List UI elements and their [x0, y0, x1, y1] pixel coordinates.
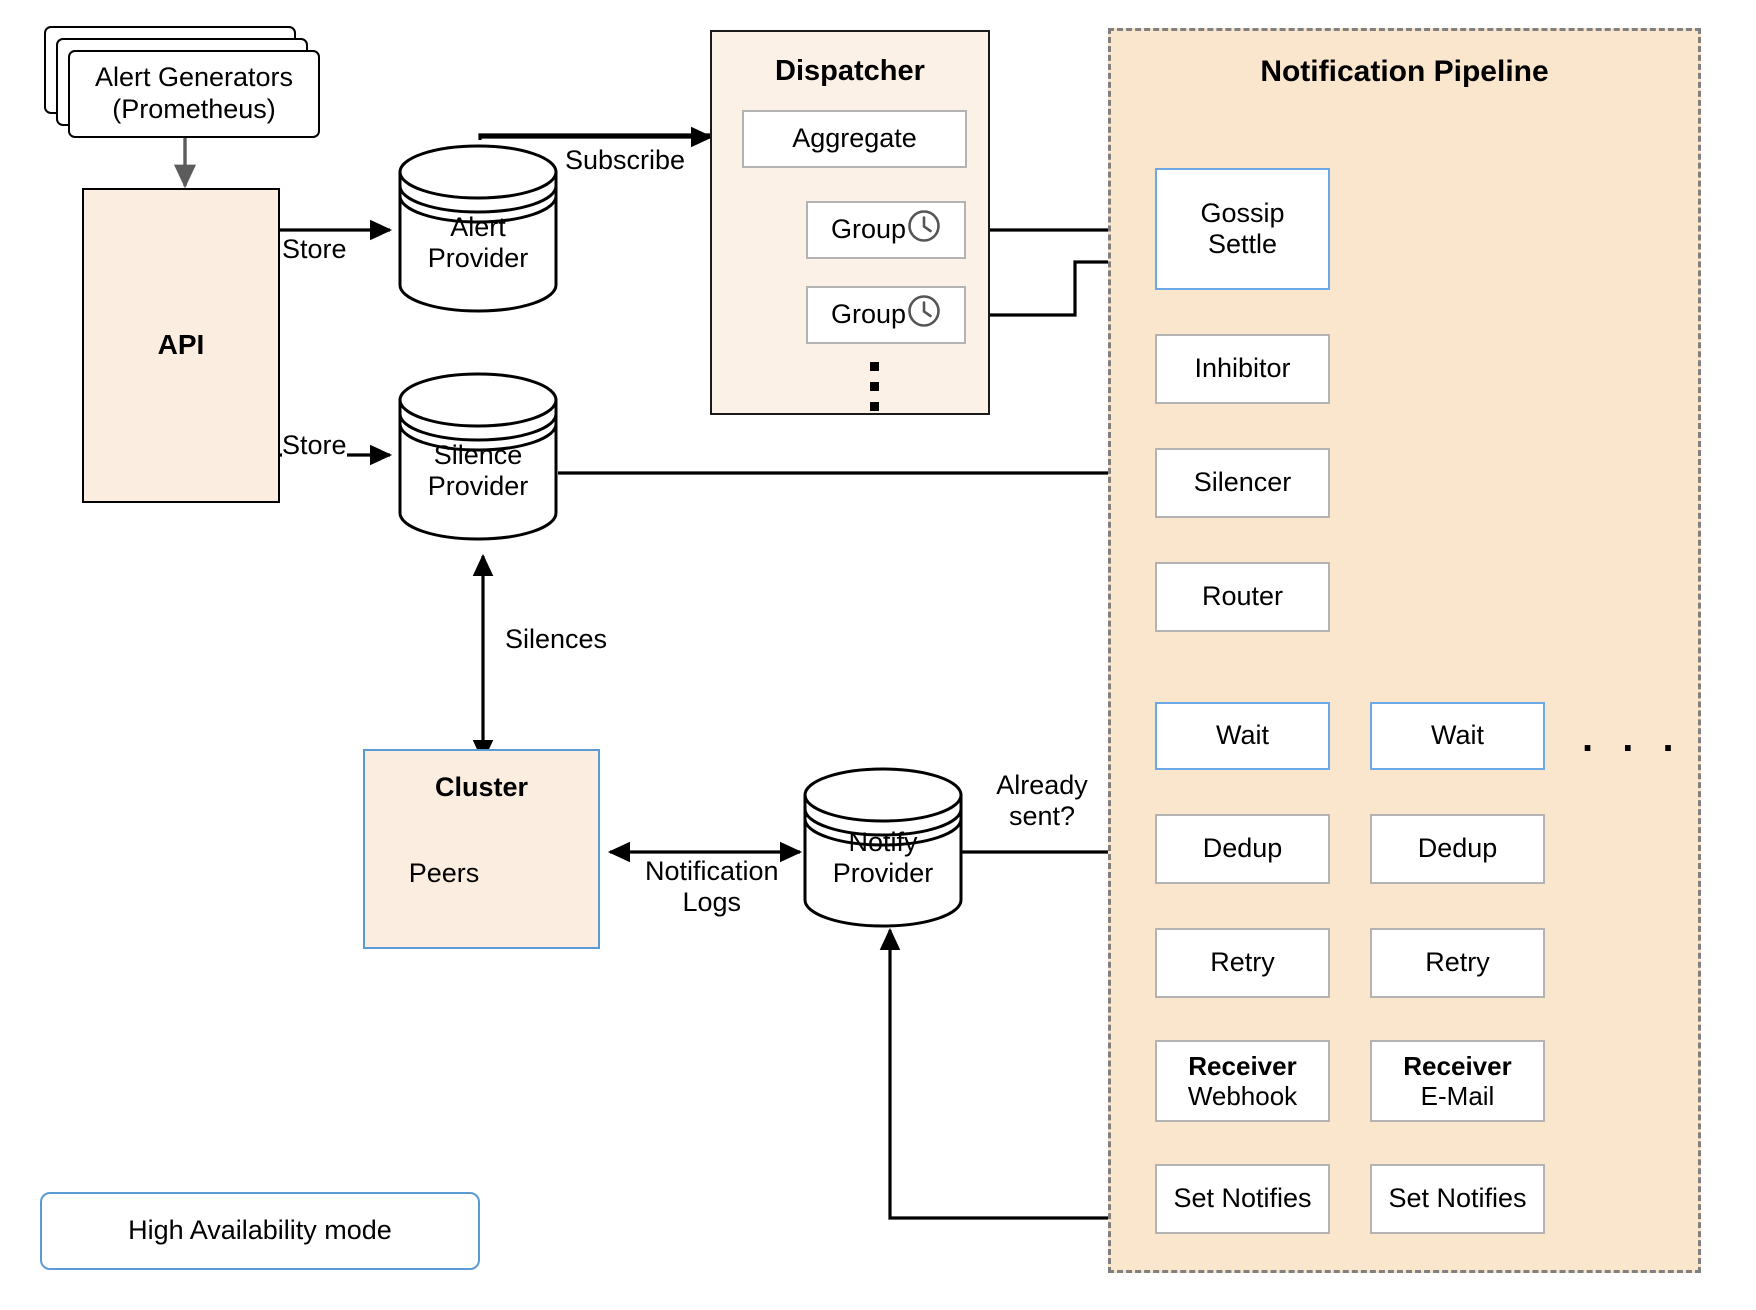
- pipeline-stage-gossip-settle[interactable]: Gossip Settle: [1155, 168, 1330, 290]
- dispatcher-title: Dispatcher: [775, 55, 925, 87]
- pipeline-webhook-retry[interactable]: Retry: [1155, 928, 1330, 998]
- alert-generators[interactable]: Alert Generators (Prometheus): [68, 50, 320, 138]
- api-block[interactable]: API: [82, 188, 280, 503]
- dispatcher-group-1[interactable]: Group: [806, 201, 966, 259]
- pipeline-email-wait[interactable]: Wait: [1370, 702, 1545, 770]
- pipeline-email-set-notifies[interactable]: Set Notifies: [1370, 1164, 1545, 1234]
- pipeline-email-dedup[interactable]: Dedup: [1370, 814, 1545, 884]
- edge-label-store-alert: Store: [282, 234, 347, 266]
- silence-provider-shape: [398, 372, 558, 541]
- api-label: API: [157, 329, 205, 361]
- pipeline-webhook-wait[interactable]: Wait: [1155, 702, 1330, 770]
- pipeline-webhook-set-notifies[interactable]: Set Notifies: [1155, 1164, 1330, 1234]
- peers-label: Peers: [408, 858, 480, 888]
- clock-icon: [907, 294, 941, 335]
- edge-label-subscribe: Subscribe: [565, 145, 686, 177]
- alert-generators-line1: Alert Generators: [94, 62, 294, 93]
- diagram-canvas: Alert Generators (Prometheus) API Alert …: [0, 0, 1756, 1310]
- clock-icon: [907, 209, 941, 250]
- pipeline-stage-silencer[interactable]: Silencer: [1155, 448, 1330, 518]
- dispatcher-group-2[interactable]: Group: [806, 286, 966, 344]
- legend-label: High Availability mode: [128, 1215, 392, 1246]
- pipeline-stage-router[interactable]: Router: [1155, 562, 1330, 632]
- pipeline-stage-inhibitor[interactable]: Inhibitor: [1155, 334, 1330, 404]
- cluster-title: Cluster: [434, 772, 529, 802]
- pipeline-more-branches-icon: . . .: [1582, 716, 1683, 760]
- alert-provider-shape: [398, 144, 558, 313]
- dispatcher-aggregate[interactable]: Aggregate: [742, 110, 967, 168]
- alert-generators-line2: (Prometheus): [112, 94, 276, 124]
- notification-pipeline-title: Notification Pipeline: [1260, 55, 1549, 88]
- pipeline-email-retry[interactable]: Retry: [1370, 928, 1545, 998]
- pipeline-webhook-receiver[interactable]: Receiver Webhook: [1155, 1040, 1330, 1122]
- pipeline-email-receiver[interactable]: Receiver E-Mail: [1370, 1040, 1545, 1122]
- dispatcher-more-groups-icon: [870, 362, 879, 422]
- pipeline-webhook-dedup[interactable]: Dedup: [1155, 814, 1330, 884]
- edge-label-notification-logs: Notification Logs: [645, 856, 779, 919]
- edge-label-already-sent: Already sent?: [982, 770, 1102, 833]
- edge-label-silences: Silences: [505, 624, 608, 656]
- notify-provider-shape: [803, 767, 963, 928]
- legend-high-availability[interactable]: High Availability mode: [40, 1192, 480, 1270]
- edge-label-store-silence: Store: [282, 430, 347, 462]
